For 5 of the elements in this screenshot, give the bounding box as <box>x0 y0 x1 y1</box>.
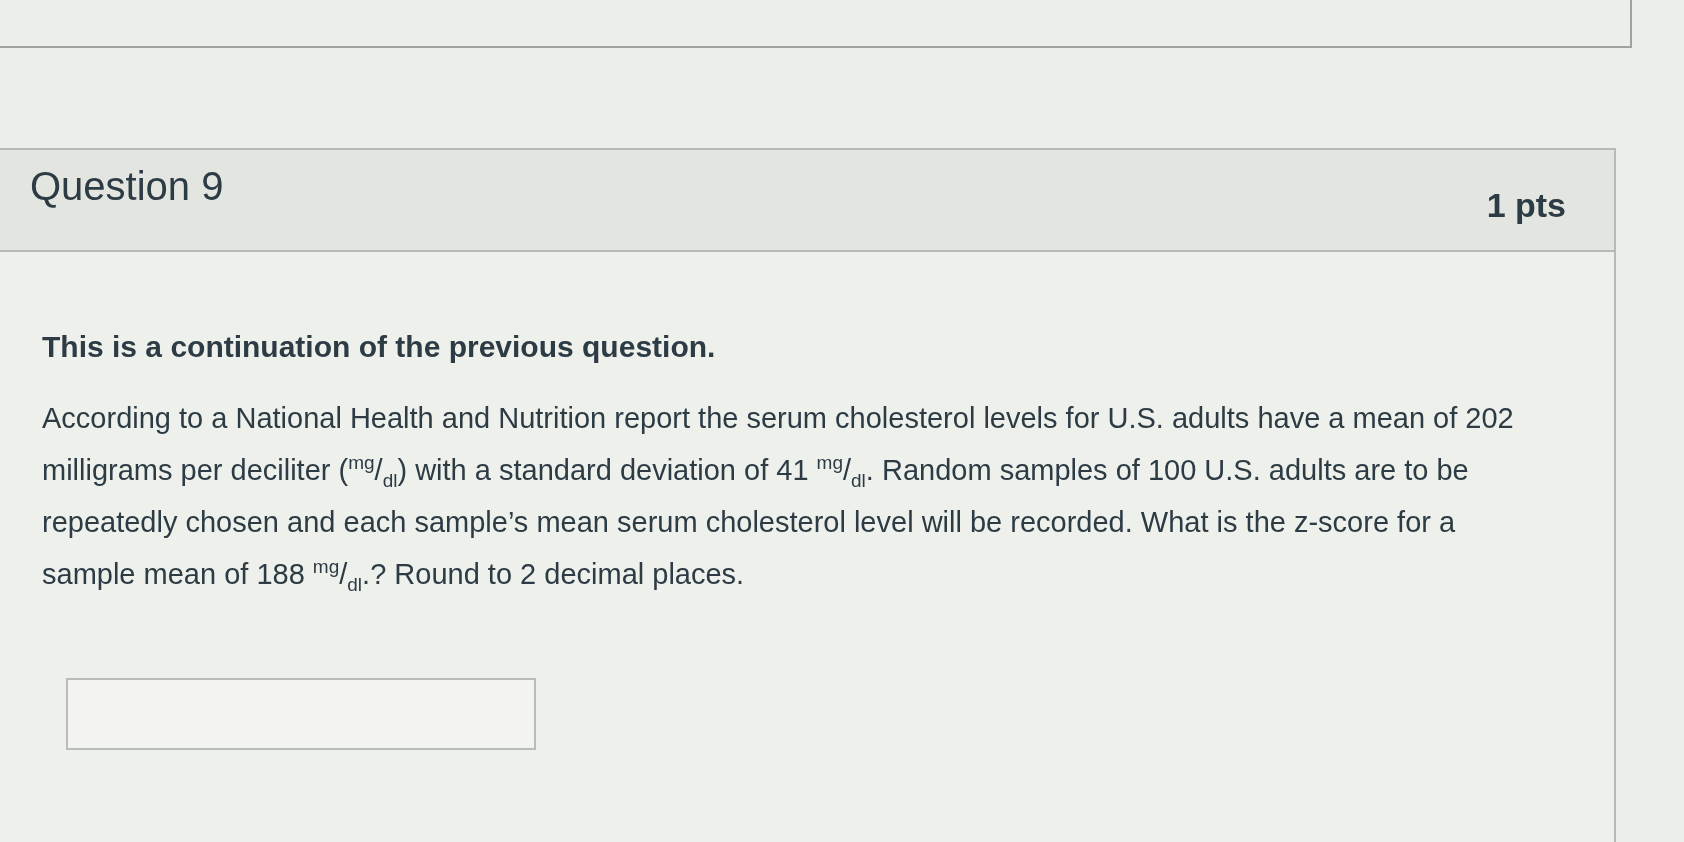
points-label: 1 pts <box>1486 186 1566 225</box>
question-intro: This is a continuation of the previous question. <box>42 330 717 364</box>
answer-field[interactable] <box>66 678 536 750</box>
question-text: According to a National Health and Nutrition report the serum cholesterol levels for U.S. adults have a mean of 202 milligrams per deciliter ($^{mg}$/$_{dl}$) with a standard deviation of 41 $^{mg}$/$_{dl}$. Random samples of 100 U.S. adults are to be repeatedly chosen and each sample’s mean serum cholesterol level will be recorded. What is the z-score for a sample mean of 188 $^{mg}$/$_{dl}$.? Round to 2 decimal places. <box>42 401 1515 597</box>
question-title: Question 9 <box>30 164 224 209</box>
